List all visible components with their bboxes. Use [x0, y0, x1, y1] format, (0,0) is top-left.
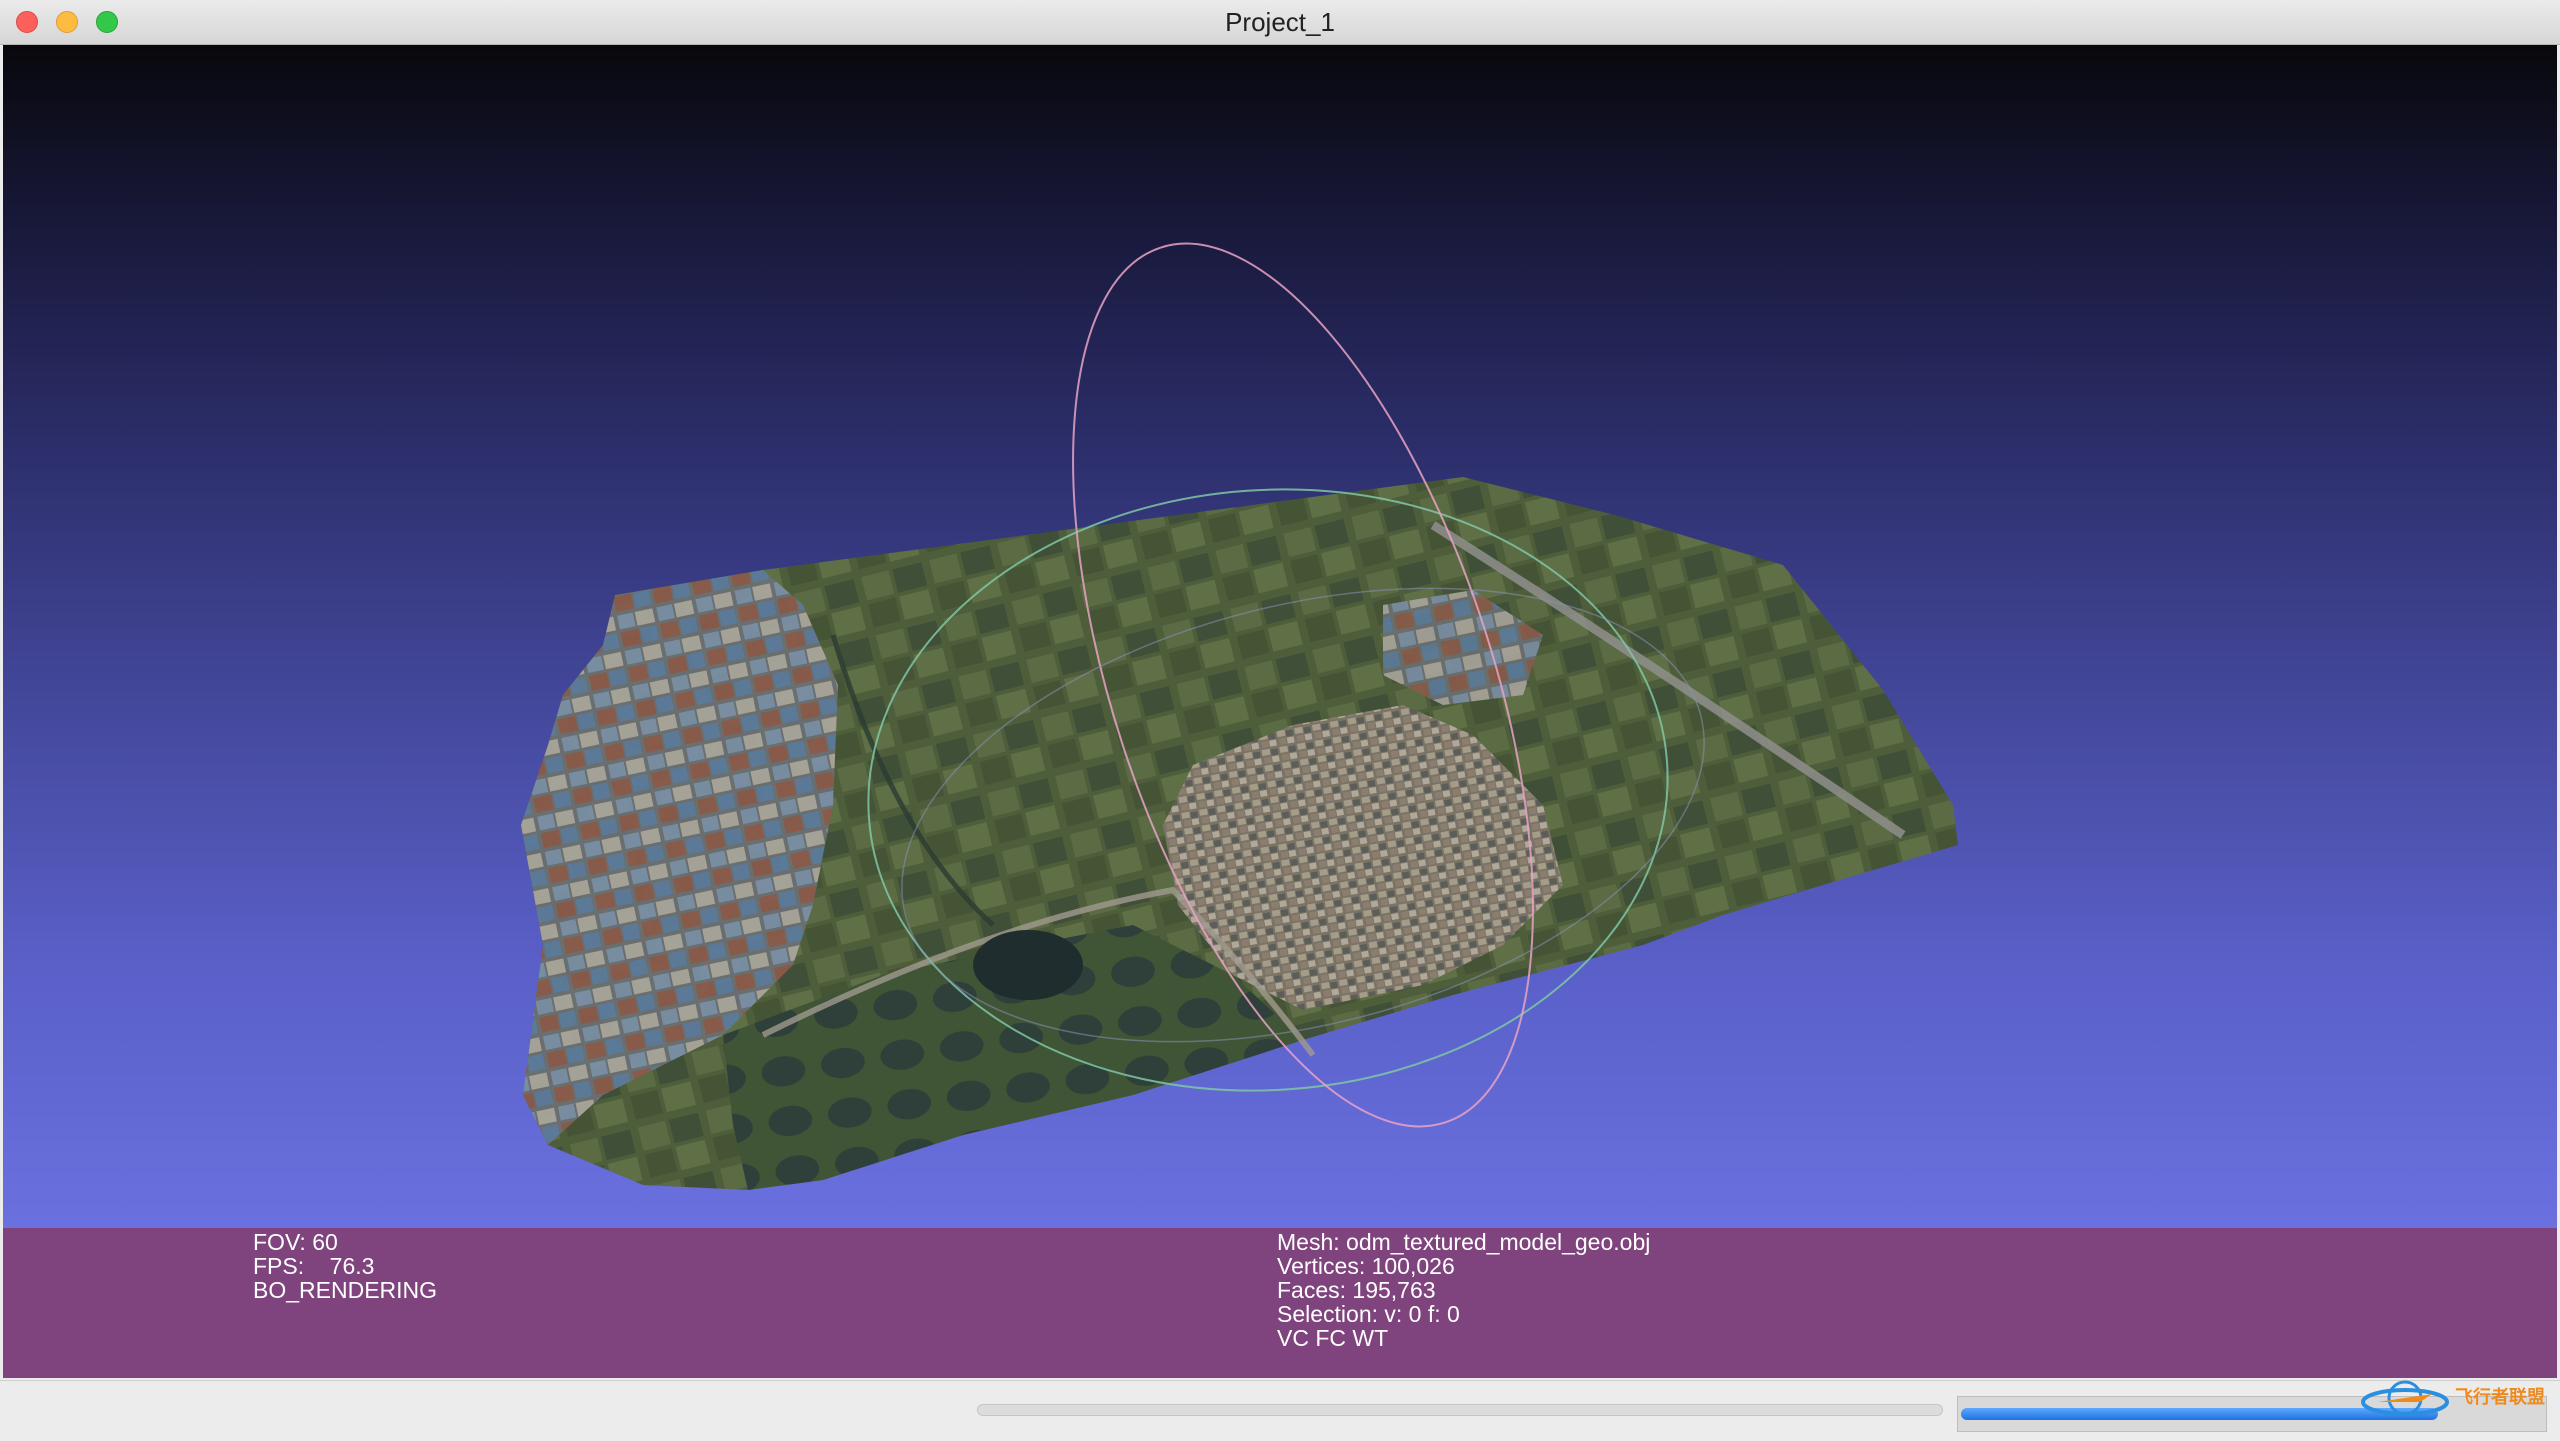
window-title: Project_1: [1225, 7, 1335, 37]
faces-label: Faces: 195,763: [1277, 1277, 1436, 1303]
fov-label: FOV: 60: [253, 1229, 338, 1255]
title-bar[interactable]: Project_1: [0, 0, 2560, 45]
flags-label: VC FC WT: [1277, 1325, 1389, 1351]
selection-label: Selection: v: 0 f: 0: [1277, 1301, 1460, 1327]
vertices-label: Vertices: 100,026: [1277, 1253, 1455, 1279]
horizontal-scrollbar[interactable]: [977, 1404, 1943, 1416]
3d-viewport[interactable]: [3, 45, 2557, 1228]
fps-label: FPS: 76.3: [253, 1253, 375, 1279]
dark-pond: [973, 930, 1083, 1000]
mesh-name-label: Mesh: odm_textured_model_geo.obj: [1277, 1229, 1651, 1255]
render-mode-label: BO_RENDERING: [253, 1277, 438, 1303]
mesh-scene[interactable]: [3, 45, 2557, 1228]
watermark-text: 飞行者联盟: [2455, 1387, 2545, 1407]
render-stats: FOV: 60 FPS: 76.3 BO_RENDERING: [253, 1230, 437, 1302]
mesh-stats: Mesh: odm_textured_model_geo.obj Vertice…: [1277, 1230, 1650, 1350]
app-window: Project_1 FOV: 60 FPS: 76.3 BO_RENDERING…: [0, 0, 2560, 1441]
